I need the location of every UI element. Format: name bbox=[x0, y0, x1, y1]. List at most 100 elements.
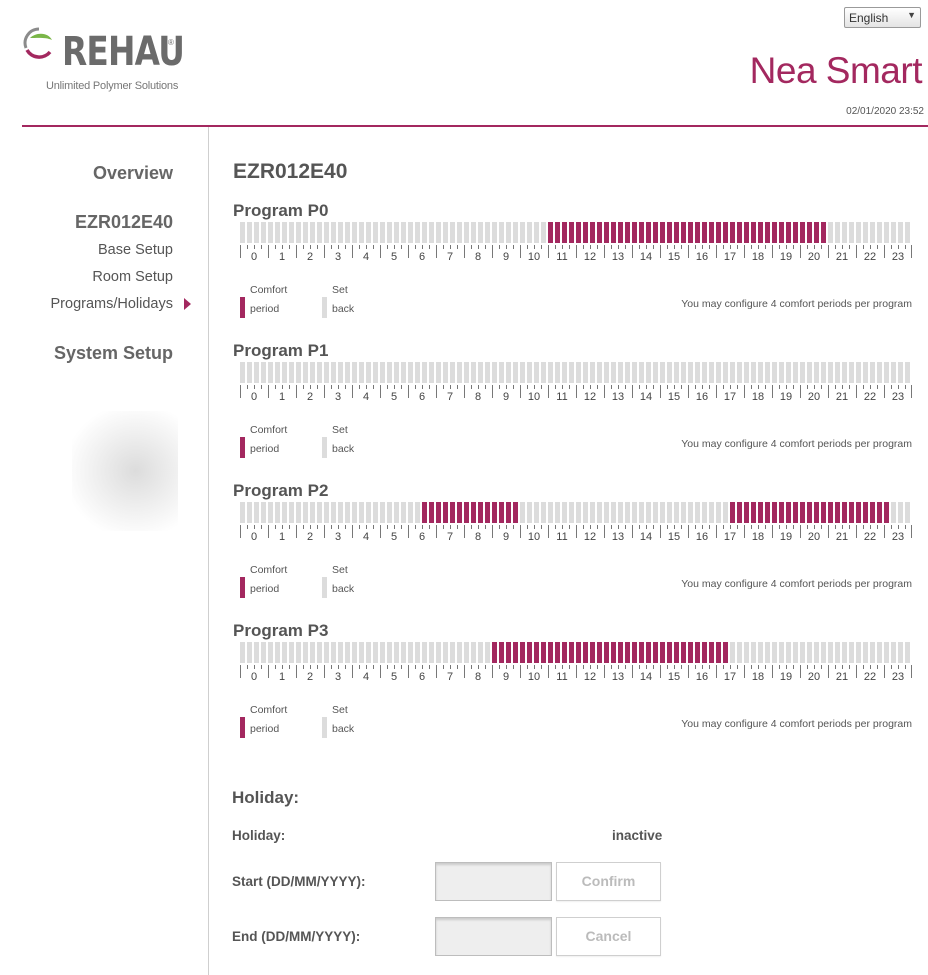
setback-slot[interactable] bbox=[345, 362, 350, 383]
setback-slot[interactable] bbox=[296, 642, 301, 663]
setback-slot[interactable] bbox=[898, 642, 903, 663]
setback-slot[interactable] bbox=[457, 222, 462, 243]
setback-slot[interactable] bbox=[436, 362, 441, 383]
comfort-slot[interactable] bbox=[632, 222, 637, 243]
setback-slot[interactable] bbox=[639, 502, 644, 523]
setback-slot[interactable] bbox=[408, 362, 413, 383]
setback-slot[interactable] bbox=[597, 502, 602, 523]
setback-slot[interactable] bbox=[576, 502, 581, 523]
comfort-slot[interactable] bbox=[478, 502, 483, 523]
setback-slot[interactable] bbox=[555, 502, 560, 523]
setback-slot[interactable] bbox=[667, 502, 672, 523]
comfort-slot[interactable] bbox=[618, 642, 623, 663]
setback-slot[interactable] bbox=[737, 642, 742, 663]
comfort-slot[interactable] bbox=[744, 502, 749, 523]
setback-slot[interactable] bbox=[625, 362, 630, 383]
setback-slot[interactable] bbox=[877, 222, 882, 243]
setback-slot[interactable] bbox=[464, 222, 469, 243]
setback-slot[interactable] bbox=[261, 502, 266, 523]
setback-slot[interactable] bbox=[646, 362, 651, 383]
comfort-slot[interactable] bbox=[800, 502, 805, 523]
comfort-slot[interactable] bbox=[464, 502, 469, 523]
setback-slot[interactable] bbox=[387, 362, 392, 383]
setback-slot[interactable] bbox=[394, 222, 399, 243]
comfort-slot[interactable] bbox=[800, 222, 805, 243]
setback-slot[interactable] bbox=[793, 362, 798, 383]
nav-room-setup[interactable]: Room Setup bbox=[92, 269, 173, 285]
comfort-slot[interactable] bbox=[632, 642, 637, 663]
setback-slot[interactable] bbox=[366, 502, 371, 523]
setback-slot[interactable] bbox=[443, 642, 448, 663]
setback-slot[interactable] bbox=[317, 362, 322, 383]
setback-slot[interactable] bbox=[898, 222, 903, 243]
comfort-slot[interactable] bbox=[730, 502, 735, 523]
comfort-slot[interactable] bbox=[653, 642, 658, 663]
setback-slot[interactable] bbox=[296, 362, 301, 383]
setback-slot[interactable] bbox=[436, 222, 441, 243]
setback-slot[interactable] bbox=[618, 502, 623, 523]
comfort-slot[interactable] bbox=[688, 222, 693, 243]
comfort-slot[interactable] bbox=[646, 222, 651, 243]
setback-slot[interactable] bbox=[800, 362, 805, 383]
rehau-logo[interactable]: REHAU ® Unlimited Polymer Solutions bbox=[22, 24, 185, 96]
setback-slot[interactable] bbox=[471, 642, 476, 663]
comfort-slot[interactable] bbox=[653, 222, 658, 243]
setback-slot[interactable] bbox=[338, 642, 343, 663]
comfort-slot[interactable] bbox=[548, 222, 553, 243]
setback-slot[interactable] bbox=[394, 362, 399, 383]
setback-slot[interactable] bbox=[772, 642, 777, 663]
comfort-slot[interactable] bbox=[625, 222, 630, 243]
setback-slot[interactable] bbox=[324, 362, 329, 383]
setback-slot[interactable] bbox=[401, 222, 406, 243]
comfort-slot[interactable] bbox=[786, 502, 791, 523]
comfort-slot[interactable] bbox=[506, 642, 511, 663]
setback-slot[interactable] bbox=[765, 642, 770, 663]
setback-slot[interactable] bbox=[387, 222, 392, 243]
setback-slot[interactable] bbox=[261, 642, 266, 663]
setback-slot[interactable] bbox=[877, 362, 882, 383]
setback-slot[interactable] bbox=[632, 502, 637, 523]
setback-slot[interactable] bbox=[891, 362, 896, 383]
setback-slot[interactable] bbox=[478, 222, 483, 243]
setback-slot[interactable] bbox=[751, 362, 756, 383]
setback-slot[interactable] bbox=[849, 642, 854, 663]
setback-slot[interactable] bbox=[849, 362, 854, 383]
comfort-slot[interactable] bbox=[590, 642, 595, 663]
setback-slot[interactable] bbox=[716, 362, 721, 383]
comfort-slot[interactable] bbox=[779, 222, 784, 243]
setback-slot[interactable] bbox=[324, 222, 329, 243]
setback-slot[interactable] bbox=[492, 222, 497, 243]
comfort-slot[interactable] bbox=[618, 222, 623, 243]
setback-slot[interactable] bbox=[289, 642, 294, 663]
setback-slot[interactable] bbox=[751, 642, 756, 663]
setback-slot[interactable] bbox=[485, 642, 490, 663]
setback-slot[interactable] bbox=[380, 502, 385, 523]
setback-slot[interactable] bbox=[891, 222, 896, 243]
comfort-slot[interactable] bbox=[723, 642, 728, 663]
setback-slot[interactable] bbox=[366, 642, 371, 663]
setback-slot[interactable] bbox=[898, 362, 903, 383]
comfort-slot[interactable] bbox=[506, 502, 511, 523]
setback-slot[interactable] bbox=[611, 502, 616, 523]
setback-slot[interactable] bbox=[856, 222, 861, 243]
setback-slot[interactable] bbox=[450, 362, 455, 383]
setback-slot[interactable] bbox=[695, 362, 700, 383]
setback-slot[interactable] bbox=[604, 362, 609, 383]
setback-slot[interactable] bbox=[338, 502, 343, 523]
setback-slot[interactable] bbox=[366, 362, 371, 383]
nav-device[interactable]: EZR012E40 bbox=[75, 212, 173, 233]
setback-slot[interactable] bbox=[282, 502, 287, 523]
setback-slot[interactable] bbox=[842, 362, 847, 383]
setback-slot[interactable] bbox=[604, 502, 609, 523]
comfort-slot[interactable] bbox=[842, 502, 847, 523]
setback-slot[interactable] bbox=[898, 502, 903, 523]
setback-slot[interactable] bbox=[835, 222, 840, 243]
setback-slot[interactable] bbox=[268, 362, 273, 383]
setback-slot[interactable] bbox=[569, 362, 574, 383]
comfort-slot[interactable] bbox=[772, 502, 777, 523]
setback-slot[interactable] bbox=[275, 502, 280, 523]
setback-slot[interactable] bbox=[422, 362, 427, 383]
comfort-slot[interactable] bbox=[667, 642, 672, 663]
setback-slot[interactable] bbox=[310, 362, 315, 383]
setback-slot[interactable] bbox=[590, 502, 595, 523]
